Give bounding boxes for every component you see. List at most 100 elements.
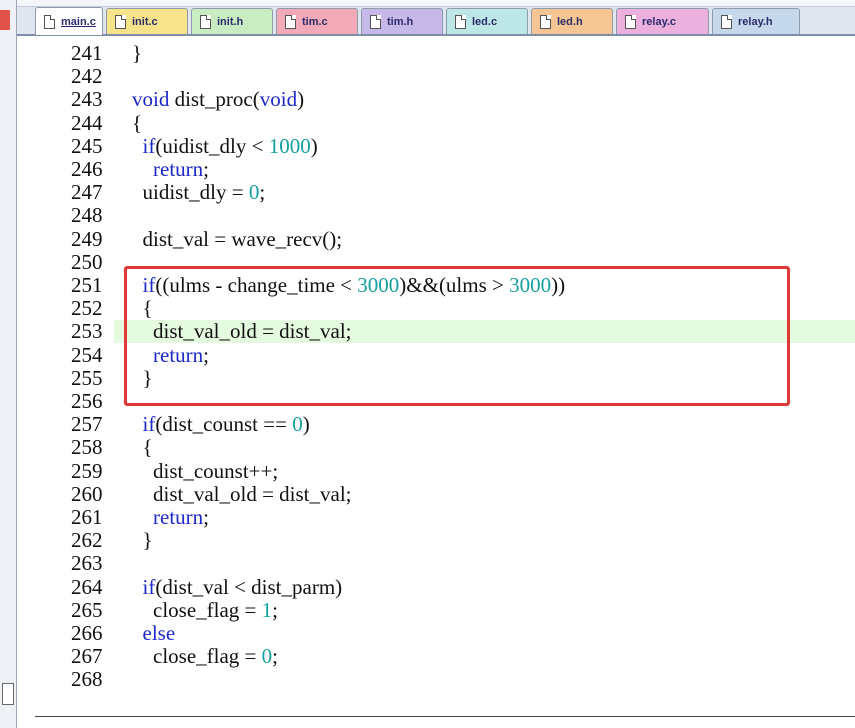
code-line[interactable]: 241}	[17, 42, 855, 65]
number-token: 0	[248, 180, 260, 205]
line-number: 248	[71, 203, 103, 228]
file-icon	[285, 14, 296, 29]
code-line[interactable]: 259 dist_counst++;	[17, 459, 855, 483]
code-line[interactable]: 248	[17, 204, 855, 227]
code-token: dist_proc(	[169, 87, 260, 112]
code-token: dist_val = wave_recv();	[132, 226, 343, 251]
toolbar-edge	[17, 0, 855, 7]
code-line[interactable]: 263	[17, 552, 855, 575]
tab-label: tim.c	[302, 15, 328, 28]
file-icon	[200, 14, 211, 29]
line-number: 260	[71, 481, 103, 506]
line-number: 268	[71, 667, 103, 692]
line-code: if(uidist_dly < 1000)	[132, 133, 318, 158]
line-code: dist_val_old = dist_val;	[132, 482, 352, 506]
tab-tim-h[interactable]: tim.h	[361, 8, 443, 34]
line-number: 263	[71, 551, 103, 576]
line-code: dist_val = wave_recv();	[132, 226, 343, 251]
code-token: (dist_counst ==	[155, 412, 293, 437]
line-number: 254	[71, 342, 103, 367]
code-token: ;	[259, 180, 266, 205]
code-token: (dist_val < dist_parm)	[155, 574, 343, 599]
tab-relay-h[interactable]: relay.h	[712, 8, 800, 34]
code-token: (uidist_dly <	[155, 133, 269, 158]
tab-label: relay.h	[738, 15, 773, 28]
line-number: 243	[71, 87, 103, 112]
line-code: close_flag = 1;	[132, 597, 278, 622]
code-token: )	[310, 133, 318, 158]
code-line[interactable]: 260 dist_val_old = dist_val;	[17, 481, 855, 506]
code-token: }	[132, 528, 153, 553]
code-token: ;	[203, 505, 209, 529]
code-line[interactable]: 249 dist_val = wave_recv();	[17, 226, 855, 251]
code-line[interactable]: 244 {	[17, 110, 855, 135]
tab-init-c[interactable]: init.c	[106, 8, 188, 34]
code-line[interactable]: 258 {	[17, 436, 855, 459]
file-icon	[115, 14, 126, 29]
keyword-token: if	[142, 574, 156, 599]
tab-label: tim.h	[387, 15, 414, 28]
code-token: close_flag =	[132, 597, 262, 622]
keyword-token: void	[132, 87, 170, 112]
line-number: 249	[71, 226, 103, 251]
tab-label: main.c	[61, 15, 96, 28]
line-number: 266	[71, 621, 103, 645]
tab-relay-c[interactable]: relay.c	[616, 8, 709, 34]
code-token: ;	[203, 157, 209, 181]
code-token: ;	[272, 597, 278, 622]
code-line[interactable]: 245 if(uidist_dly < 1000)	[17, 133, 855, 158]
line-number: 245	[71, 133, 103, 158]
line-number: 255	[71, 365, 103, 390]
number-token: 0	[292, 412, 303, 437]
line-code: if(dist_val < dist_parm)	[132, 574, 343, 599]
code-line[interactable]: 265 close_flag = 1;	[17, 597, 855, 622]
keyword-token: if	[142, 412, 156, 437]
line-code: close_flag = 0;	[132, 645, 278, 668]
code-line[interactable]: 246 return;	[17, 158, 855, 181]
code-line[interactable]: 266 else	[17, 622, 855, 645]
line-code: return;	[132, 158, 209, 181]
line-number: 241	[71, 41, 103, 65]
line-number: 258	[71, 435, 103, 460]
tab-led-h[interactable]: led.h	[531, 8, 613, 34]
line-number: 261	[71, 505, 103, 529]
line-number: 250	[71, 249, 103, 274]
tab-init-h[interactable]: init.h	[191, 8, 273, 34]
code-line[interactable]: 257 if(dist_counst == 0)	[17, 413, 855, 436]
keyword-token: void	[259, 87, 298, 112]
bookmark-marker	[0, 10, 10, 30]
file-icon	[721, 14, 732, 29]
line-code: }	[132, 42, 142, 65]
code-line[interactable]: 267 close_flag = 0;	[17, 645, 855, 668]
code-token: {	[132, 110, 143, 135]
tab-tim-c[interactable]: tim.c	[276, 8, 358, 34]
panel-handle[interactable]	[2, 683, 14, 705]
keyword-token: return	[153, 505, 204, 529]
code-line[interactable]: 268	[17, 668, 855, 691]
file-icon	[455, 14, 466, 29]
number-token: 1	[261, 597, 273, 622]
file-icon	[625, 14, 636, 29]
tab-led-c[interactable]: led.c	[446, 8, 528, 34]
code-token: close_flag =	[132, 644, 262, 669]
editor-bottom-bar	[17, 708, 855, 728]
keyword-token: if	[142, 133, 156, 158]
code-token: }	[132, 41, 143, 65]
code-line[interactable]: 264 if(dist_val < dist_parm)	[17, 574, 855, 599]
line-code: dist_counst++;	[132, 459, 278, 483]
code-line[interactable]: 242	[17, 65, 855, 88]
tab-main-c[interactable]: main.c	[35, 7, 103, 35]
code-token: ;	[272, 644, 278, 669]
code-line[interactable]: 247 uidist_dly = 0;	[17, 181, 855, 204]
code-line[interactable]: 262 }	[17, 529, 855, 552]
tab-label: relay.c	[642, 15, 677, 28]
code-line[interactable]: 261 return;	[17, 506, 855, 529]
number-token: 1000	[268, 133, 311, 158]
code-token: {	[132, 435, 153, 460]
code-line[interactable]: 243 void dist_proc(void)	[17, 88, 855, 111]
line-number: 251	[71, 273, 103, 297]
left-panel-strip	[0, 0, 17, 728]
